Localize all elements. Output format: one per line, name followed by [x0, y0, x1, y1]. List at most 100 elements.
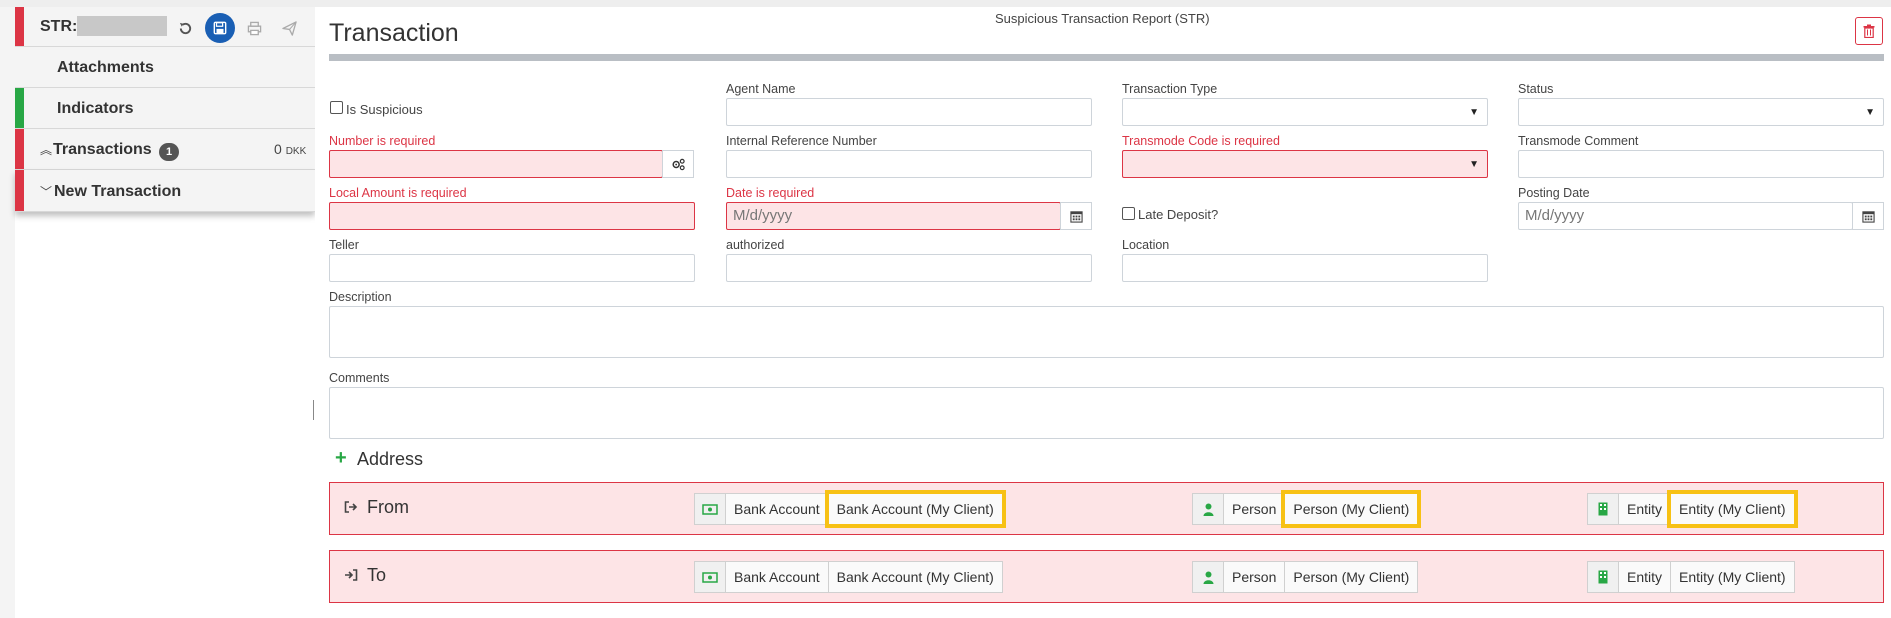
date-input[interactable]: M/d/yyyy [726, 202, 1061, 230]
from-person-group: Person Person (My Client) [1192, 490, 1422, 528]
authorized-input[interactable] [726, 254, 1092, 282]
chevron-double-up-icon: ︽ [40, 143, 53, 157]
from-bank-account-group: Bank Account Bank Account (My Client) [694, 490, 1006, 528]
from-person-my-client-button[interactable]: Person (My Client) [1281, 490, 1422, 528]
to-party-section: To Bank Account Bank Account (My Client)… [329, 550, 1884, 603]
add-address-icon[interactable]: + [335, 447, 347, 470]
transmode-comment-input[interactable] [1518, 150, 1884, 178]
chevron-down-icon: ﹀ [40, 185, 53, 199]
building-icon [1587, 561, 1619, 593]
sidebar-item-label: Attachments [57, 59, 154, 76]
status-select[interactable]: ▼ [1518, 98, 1884, 126]
description-textarea[interactable] [329, 306, 1884, 358]
to-person-group: Person Person (My Client) [1192, 561, 1419, 593]
transmode-code-select[interactable]: ▼ [1122, 150, 1488, 178]
str-label: STR: [40, 18, 78, 35]
sidebar-item-label: New Transaction [54, 183, 182, 200]
is-suspicious-checkbox[interactable] [330, 101, 343, 114]
local-amount-input[interactable] [329, 202, 695, 230]
teller-input[interactable] [329, 254, 695, 282]
sidebar-item-indicators[interactable]: Indicators [15, 88, 315, 129]
report-title: Suspicious Transaction Report (STR) [995, 11, 1210, 26]
to-label: To [367, 565, 387, 585]
from-party-section: From Bank Account Bank Account (My Clien… [329, 482, 1884, 535]
location-input[interactable] [1122, 254, 1488, 282]
save-icon[interactable] [205, 13, 235, 43]
currency-code: DKK [285, 146, 307, 157]
user-icon [1192, 561, 1224, 593]
transaction-type-select[interactable]: ▼ [1122, 98, 1488, 126]
location-label: Location [1122, 238, 1170, 252]
print-icon[interactable] [241, 15, 267, 41]
posting-date-input[interactable]: M/d/yyyy [1518, 202, 1853, 230]
to-entity-button[interactable]: Entity [1618, 561, 1672, 593]
internal-reference-input[interactable] [726, 150, 1092, 178]
undo-icon[interactable] [172, 15, 198, 41]
sidebar: STR: Attachments Indicators ︽ Transactio… [15, 7, 315, 618]
send-icon[interactable] [276, 15, 302, 41]
date-label: Date is required [726, 186, 815, 200]
to-bank-account-button[interactable]: Bank Account [725, 561, 829, 593]
description-label: Description [329, 290, 392, 304]
transactions-amount: 0 DKK [274, 141, 306, 157]
sidebar-item-transactions[interactable]: ︽ Transactions 1 0 DKK [15, 129, 315, 170]
status-bar-error [15, 129, 24, 169]
from-person-button[interactable]: Person [1223, 493, 1286, 525]
to-entity-group: Entity Entity (My Client) [1587, 561, 1795, 593]
to-person-button[interactable]: Person [1223, 561, 1286, 593]
status-bar-error [15, 7, 24, 46]
agent-name-input[interactable] [726, 98, 1092, 126]
posting-date-label: Posting Date [1518, 186, 1590, 200]
title-divider [329, 54, 1884, 61]
is-suspicious-label: Is Suspicious [346, 102, 423, 117]
count-badge: 1 [159, 143, 179, 161]
chevron-down-icon: ▼ [1469, 107, 1479, 118]
left-gutter [0, 7, 15, 618]
comments-textarea[interactable] [329, 387, 1884, 439]
building-icon [1587, 493, 1619, 525]
transaction-type-label: Transaction Type [1122, 82, 1218, 96]
transmode-code-label: Transmode Code is required [1122, 134, 1280, 148]
chevron-down-icon: ▼ [1469, 159, 1479, 170]
top-strip [0, 0, 1891, 7]
money-icon [694, 493, 726, 525]
sign-out-icon [344, 500, 358, 516]
date-picker-button[interactable] [1060, 202, 1092, 230]
from-bank-account-button[interactable]: Bank Account [725, 493, 829, 525]
to-entity-my-client-button[interactable]: Entity (My Client) [1670, 561, 1795, 593]
address-label[interactable]: Address [357, 449, 423, 470]
comments-label: Comments [329, 371, 390, 385]
money-icon [694, 561, 726, 593]
to-bank-account-group: Bank Account Bank Account (My Client) [694, 561, 1003, 593]
status-bar-ok [15, 88, 24, 128]
main-panel: Transaction Suspicious Transaction Repor… [315, 7, 1891, 618]
from-entity-group: Entity Entity (My Client) [1587, 490, 1798, 528]
to-bank-account-my-client-button[interactable]: Bank Account (My Client) [827, 561, 1003, 593]
amount-value: 0 [274, 141, 282, 157]
number-input[interactable] [329, 150, 663, 178]
status-bar-error [15, 170, 24, 211]
to-person-my-client-button[interactable]: Person (My Client) [1284, 561, 1419, 593]
from-entity-my-client-button[interactable]: Entity (My Client) [1667, 490, 1798, 528]
delete-button[interactable] [1855, 17, 1883, 45]
posting-date-picker-button[interactable] [1852, 202, 1884, 230]
internal-reference-label: Internal Reference Number [726, 134, 877, 148]
from-entity-button[interactable]: Entity [1618, 493, 1672, 525]
number-label: Number is required [329, 134, 436, 148]
calendar-icon [1069, 210, 1083, 223]
sidebar-item-label: Transactions [53, 141, 152, 158]
sidebar-item-attachments[interactable]: Attachments [15, 47, 315, 88]
teller-label: Teller [329, 238, 359, 252]
date-placeholder: M/d/yyyy [733, 207, 793, 224]
local-amount-label: Local Amount is required [329, 186, 467, 200]
lookup-button[interactable] [662, 150, 694, 178]
sidebar-item-new-transaction[interactable]: ﹀ New Transaction [15, 170, 315, 212]
sign-in-icon [344, 568, 358, 584]
agent-name-label: Agent Name [726, 82, 796, 96]
from-bank-account-my-client-button[interactable]: Bank Account (My Client) [824, 490, 1006, 528]
posting-date-placeholder: M/d/yyyy [1525, 207, 1585, 224]
str-id-redacted [77, 16, 167, 36]
status-label: Status [1518, 82, 1554, 96]
sidebar-str-header: STR: [15, 7, 315, 47]
late-deposit-checkbox[interactable] [1122, 207, 1135, 220]
